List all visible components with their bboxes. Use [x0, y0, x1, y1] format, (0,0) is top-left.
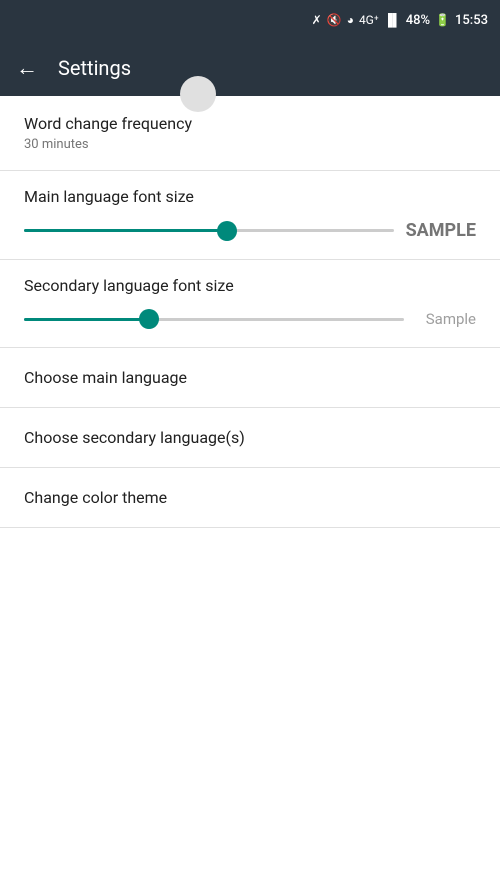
change-color-theme-item[interactable]: Change color theme [0, 468, 500, 528]
time-text: 15:53 [455, 13, 488, 28]
main-language-slider-fill [24, 229, 227, 232]
secondary-language-slider-fill [24, 318, 149, 321]
signal-bars-icon: ▐▌ [384, 13, 401, 27]
back-button[interactable]: ← [16, 55, 38, 81]
settings-content: Word change frequency 30 minutes Main la… [0, 96, 500, 528]
main-language-font-size-title: Main language font size [24, 187, 476, 206]
word-change-frequency-item[interactable]: Word change frequency 30 minutes [0, 96, 500, 171]
word-change-frequency-subtitle: 30 minutes [24, 137, 476, 152]
alarm-icon: ◕ [347, 13, 354, 27]
battery-icon: 🔋 [435, 13, 450, 27]
main-language-slider-track [24, 229, 394, 232]
main-language-sample-text: SAMPLE [406, 220, 476, 241]
secondary-language-slider-row: Sample [24, 309, 476, 329]
main-language-slider-thumb[interactable] [217, 221, 237, 241]
main-language-slider[interactable] [24, 221, 394, 241]
word-change-frequency-title: Word change frequency [24, 114, 476, 133]
main-language-font-size-item: Main language font size SAMPLE [0, 171, 500, 260]
choose-main-language-item[interactable]: Choose main language [0, 348, 500, 408]
secondary-language-font-size-item: Secondary language font size Sample [0, 260, 500, 348]
bluetooth-icon: ✗ [312, 13, 322, 27]
secondary-language-slider-track [24, 318, 404, 321]
choose-main-language-title: Choose main language [24, 368, 476, 387]
secondary-language-font-size-title: Secondary language font size [24, 276, 476, 295]
choose-secondary-language-title: Choose secondary language(s) [24, 428, 476, 447]
change-color-theme-title: Change color theme [24, 488, 476, 507]
secondary-language-slider-thumb[interactable] [139, 309, 159, 329]
choose-secondary-language-item[interactable]: Choose secondary language(s) [0, 408, 500, 468]
status-bar: ✗ 🔇 ◕ 4G⁺ ▐▌ 48% 🔋 15:53 [0, 0, 500, 40]
secondary-language-slider[interactable] [24, 309, 404, 329]
slider-bubble [180, 76, 216, 112]
app-bar-title: Settings [58, 56, 131, 80]
secondary-language-sample-text: Sample [416, 310, 476, 328]
signal-4g-icon: 4G⁺ [359, 13, 379, 27]
status-icons: ✗ 🔇 ◕ 4G⁺ ▐▌ 48% 🔋 15:53 [312, 13, 488, 28]
main-language-slider-row: SAMPLE [24, 220, 476, 241]
slider-bubble-container [180, 76, 216, 112]
mute-icon: 🔇 [327, 13, 342, 27]
battery-text: 48% [406, 13, 430, 28]
app-bar: ← Settings [0, 40, 500, 96]
